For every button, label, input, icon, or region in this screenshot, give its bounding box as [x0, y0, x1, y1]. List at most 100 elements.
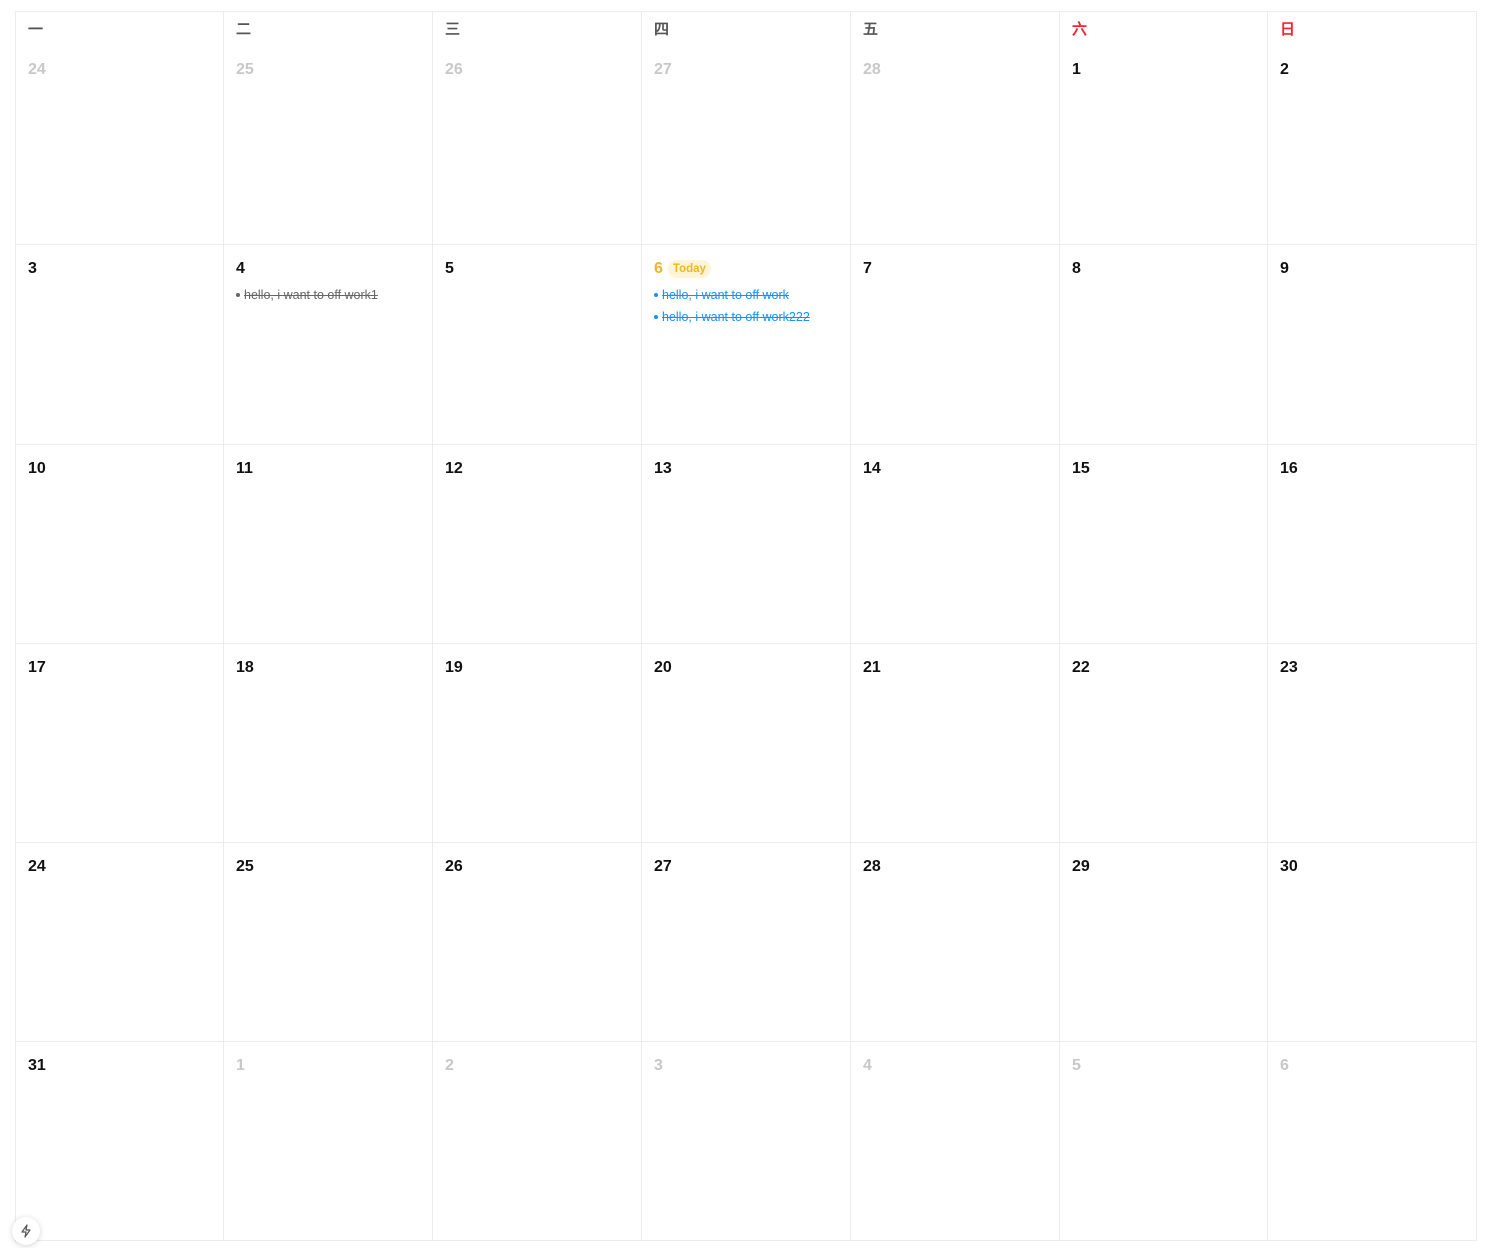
day-cell[interactable]: 21 [851, 644, 1060, 843]
day-cell[interactable]: 29 [1060, 843, 1268, 1042]
event-title: hello, i want to off work222 [662, 310, 810, 324]
date-row: 24 [28, 855, 211, 879]
event-item[interactable]: hello, i want to off work222 [654, 306, 838, 328]
date-row: 26 [445, 58, 629, 82]
day-cell[interactable]: 11 [224, 445, 433, 644]
date-number: 4 [236, 260, 245, 277]
date-number: 10 [28, 460, 46, 477]
date-row: 29 [1072, 855, 1255, 879]
date-row: 14 [863, 457, 1047, 481]
day-cell[interactable]: 9 [1268, 245, 1477, 445]
date-number: 1 [236, 1057, 245, 1074]
weekday-header: 日 [1280, 20, 1296, 38]
event-dot-icon [654, 293, 658, 297]
today-date-number: 6 [654, 260, 663, 277]
day-cell[interactable]: 四 27 [642, 12, 851, 245]
date-number: 22 [1072, 659, 1090, 676]
date-number: 11 [236, 460, 253, 477]
date-row: 13 [654, 457, 838, 481]
lightning-icon [21, 1224, 31, 1238]
calendar-grid: 一 24 二 25 三 26 四 27 五 28 六 1 日 2 3 4 hello, i want to of… [16, 12, 1477, 1242]
date-row: 19 [445, 656, 629, 680]
date-number: 30 [1280, 858, 1298, 875]
event-list: hello, i want to off work hello, i want t… [654, 284, 838, 328]
date-row: 27 [654, 855, 838, 879]
date-number: 3 [654, 1057, 663, 1074]
date-number: 18 [236, 659, 254, 676]
event-item[interactable]: hello, i want to off work1 [236, 284, 420, 306]
date-row: 22 [1072, 656, 1255, 680]
day-cell[interactable]: 30 [1268, 843, 1477, 1042]
day-cell[interactable]: 6 Today hello, i want to off work hello, i … [642, 245, 851, 445]
day-cell[interactable]: 三 26 [433, 12, 642, 245]
date-row: 18 [236, 656, 420, 680]
day-cell[interactable]: 23 [1268, 644, 1477, 843]
day-cell[interactable]: 4 [851, 1042, 1060, 1241]
weekday-header: 四 [654, 20, 670, 38]
day-cell[interactable]: 12 [433, 445, 642, 644]
date-row: 16 [1280, 457, 1464, 481]
date-number: 5 [1072, 1057, 1081, 1074]
day-cell[interactable]: 五 28 [851, 12, 1060, 245]
date-row: 15 [1072, 457, 1255, 481]
day-cell[interactable]: 4 hello, i want to off work1 [224, 245, 433, 445]
day-cell[interactable]: 31 [16, 1042, 224, 1241]
date-number: 16 [1280, 460, 1298, 477]
date-row: 1 [1072, 58, 1255, 82]
date-row: 8 [1072, 257, 1255, 281]
day-cell[interactable]: 28 [851, 843, 1060, 1042]
day-cell[interactable]: 17 [16, 644, 224, 843]
day-cell[interactable]: 3 [642, 1042, 851, 1241]
date-number: 17 [28, 659, 46, 676]
day-cell[interactable]: 2 [433, 1042, 642, 1241]
day-cell[interactable]: 1 [224, 1042, 433, 1241]
date-row: 4 [863, 1054, 1047, 1078]
day-cell[interactable]: 27 [642, 843, 851, 1042]
day-cell[interactable]: 10 [16, 445, 224, 644]
date-row: 28 [863, 855, 1047, 879]
day-cell[interactable]: 日2 [1268, 12, 1477, 245]
date-number: 13 [654, 460, 672, 477]
weekday-header: 五 [863, 20, 879, 38]
date-row: 12 [445, 457, 629, 481]
day-cell[interactable]: 20 [642, 644, 851, 843]
date-row: 3 [28, 257, 211, 281]
day-cell[interactable]: 六1 [1060, 12, 1268, 245]
date-number: 26 [445, 61, 463, 78]
day-cell[interactable]: 26 [433, 843, 642, 1042]
day-cell[interactable]: 24 [16, 843, 224, 1042]
event-title: hello, i want to off work1 [244, 288, 378, 302]
date-number: 20 [654, 659, 672, 676]
day-cell[interactable]: 13 [642, 445, 851, 644]
day-cell[interactable]: 二 25 [224, 12, 433, 245]
day-cell[interactable]: 7 [851, 245, 1060, 445]
today-badge: Today [667, 260, 711, 278]
date-row: 23 [1280, 656, 1464, 680]
day-cell[interactable]: 3 [16, 245, 224, 445]
quick-action-button[interactable] [12, 1217, 40, 1245]
day-cell[interactable]: 25 [224, 843, 433, 1042]
day-cell[interactable]: 5 [433, 245, 642, 445]
day-cell[interactable]: 8 [1060, 245, 1268, 445]
day-cell[interactable]: 6 [1268, 1042, 1477, 1241]
day-cell[interactable]: 19 [433, 644, 642, 843]
event-item[interactable]: hello, i want to off work [654, 284, 838, 306]
date-row: 31 [28, 1054, 211, 1078]
date-row: 5 [1072, 1054, 1255, 1078]
date-number: 3 [28, 260, 37, 277]
date-number: 27 [654, 61, 672, 78]
day-cell[interactable]: 一 24 [16, 12, 224, 245]
day-cell[interactable]: 5 [1060, 1042, 1268, 1241]
date-number: 23 [1280, 659, 1298, 676]
date-row: 6 [1280, 1054, 1464, 1078]
date-row: 26 [445, 855, 629, 879]
day-cell[interactable]: 18 [224, 644, 433, 843]
day-cell[interactable]: 22 [1060, 644, 1268, 843]
day-cell[interactable]: 15 [1060, 445, 1268, 644]
date-row: 27 [654, 58, 838, 82]
date-row: 17 [28, 656, 211, 680]
day-cell[interactable]: 16 [1268, 445, 1477, 644]
day-cell[interactable]: 14 [851, 445, 1060, 644]
date-number: 27 [654, 858, 672, 875]
date-row: 25 [236, 855, 420, 879]
